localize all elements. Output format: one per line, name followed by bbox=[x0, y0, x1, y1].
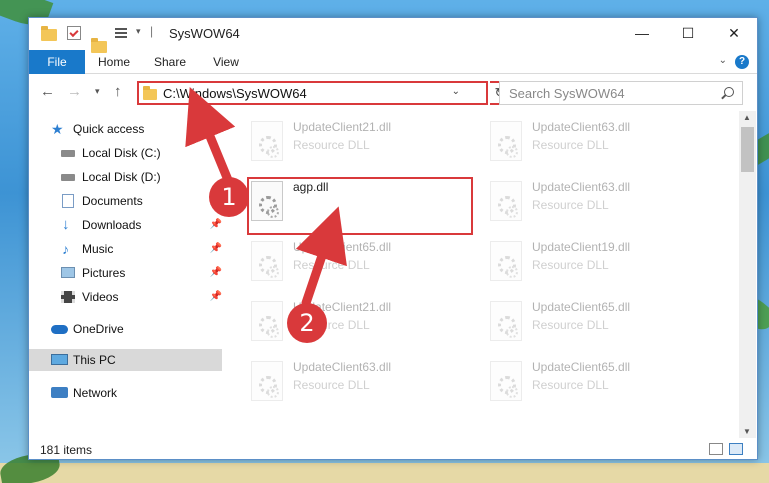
annotation-arrows bbox=[185, 87, 347, 308]
step-2-badge: 2 bbox=[287, 303, 327, 343]
arrow-to-address-bar bbox=[185, 87, 236, 185]
step-1-badge: 1 bbox=[209, 177, 249, 217]
arrow-to-agp-dll bbox=[295, 206, 347, 308]
